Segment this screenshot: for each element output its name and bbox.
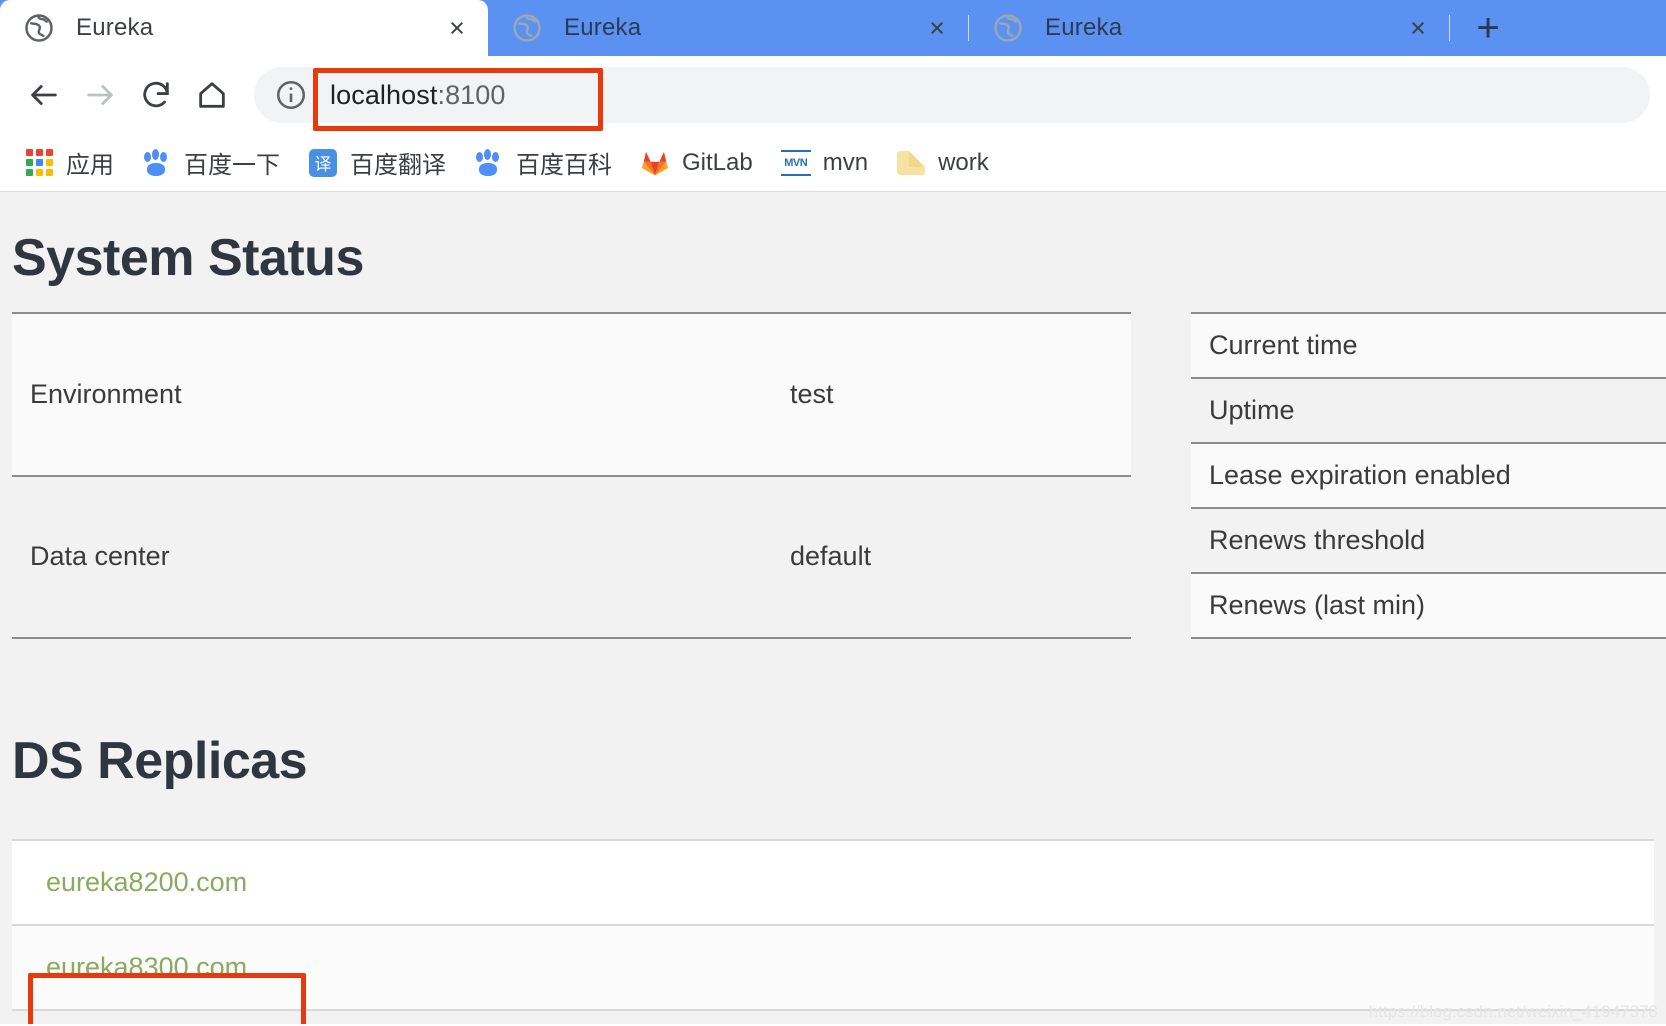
bookmark-label: 百度百科 <box>516 145 612 180</box>
browser-tab-1[interactable]: Eureka × <box>0 0 488 56</box>
baidu-paw-icon <box>474 148 504 178</box>
globe-icon <box>512 13 542 43</box>
bookmark-label: 应用 <box>66 145 114 180</box>
browser-toolbar: localhost:8100 <box>0 56 1666 134</box>
row-value <box>1621 573 1666 638</box>
tab-close-button[interactable]: × <box>920 11 954 45</box>
translate-glyph: 译 <box>309 149 337 177</box>
baidu-translate-icon: 译 <box>308 148 338 178</box>
bookmark-label: work <box>938 149 989 177</box>
browser-tab-3[interactable]: Eureka × <box>969 0 1449 56</box>
ds-replicas-table-wrapper: eureka8200.com eureka8300.com <box>0 839 1666 1011</box>
system-status-tables: Environment test Data center default Cur… <box>0 312 1666 639</box>
browser-window: Eureka × Eureka × Eureka × <box>0 0 1666 1026</box>
bookmark-mvn[interactable]: MVN mvn <box>769 141 880 185</box>
address-bar-container: localhost:8100 <box>254 67 1650 123</box>
tab-separator <box>1449 15 1450 41</box>
tab-title: Eureka <box>564 14 910 42</box>
bookmark-label: 百度翻译 <box>350 145 446 180</box>
browser-tab-2[interactable]: Eureka × <box>488 0 968 56</box>
row-value <box>1621 378 1666 443</box>
bookmark-gitlab[interactable]: GitLab <box>628 141 765 185</box>
address-bar[interactable]: localhost:8100 <box>254 67 1650 123</box>
globe-icon <box>993 13 1023 43</box>
tab-title: Eureka <box>76 14 430 42</box>
row-value: test <box>772 313 1131 476</box>
address-bar-host: localhost <box>330 80 437 110</box>
tab-close-button[interactable]: × <box>440 11 474 45</box>
row-label: Environment <box>12 313 772 476</box>
info-circle-icon[interactable] <box>274 78 308 112</box>
table-row: Uptime <box>1191 378 1666 443</box>
bookmark-baidu-search[interactable]: 百度一下 <box>130 141 292 185</box>
home-icon[interactable] <box>184 67 240 123</box>
replica-link[interactable]: eureka8300.com <box>46 952 247 982</box>
bookmark-label: mvn <box>823 149 868 177</box>
bookmark-work[interactable]: work <box>884 141 1001 185</box>
row-value <box>1621 508 1666 573</box>
back-arrow-icon[interactable] <box>16 67 72 123</box>
row-label: Data center <box>12 476 772 639</box>
table-row: eureka8200.com <box>12 840 1654 925</box>
row-label: Current time <box>1191 313 1621 378</box>
baidu-paw-icon <box>142 148 172 178</box>
gitlab-fox-icon <box>640 148 670 178</box>
system-status-heading: System Status <box>0 192 1666 288</box>
folder-icon <box>896 148 926 178</box>
table-row: Lease expiration enabled <box>1191 443 1666 508</box>
row-label: Lease expiration enabled <box>1191 443 1621 508</box>
bookmark-baidu-translate[interactable]: 译 百度翻译 <box>296 141 458 185</box>
address-bar-port: :8100 <box>437 80 505 110</box>
maven-icon: MVN <box>781 148 811 178</box>
bookmarks-bar: 应用 百度一下 译 百度翻译 <box>0 134 1666 192</box>
row-label: Uptime <box>1191 378 1621 443</box>
system-status-left-table: Environment test Data center default <box>12 312 1131 639</box>
table-row: Renews threshold <box>1191 508 1666 573</box>
bookmark-label: 百度一下 <box>184 145 280 180</box>
system-status-right-table: Current time Uptime Lease expiration ena… <box>1191 312 1666 639</box>
table-row: eureka8300.com <box>12 925 1654 1010</box>
row-label: Renews (last min) <box>1191 573 1621 638</box>
bookmark-baidu-baike[interactable]: 百度百科 <box>462 141 624 185</box>
globe-icon <box>24 13 54 43</box>
row-value <box>1621 313 1666 378</box>
ds-replicas-table: eureka8200.com eureka8300.com <box>12 839 1654 1011</box>
tab-close-button[interactable]: × <box>1401 11 1435 45</box>
new-tab-button[interactable]: + <box>1462 2 1514 54</box>
forward-arrow-icon[interactable] <box>72 67 128 123</box>
bookmark-label: GitLab <box>682 149 753 177</box>
apps-grid-icon <box>24 148 54 178</box>
watermark-text: https://blog.csdn.net/weixin_41947378 <box>1369 1002 1658 1022</box>
maven-glyph: MVN <box>781 150 811 176</box>
replica-link[interactable]: eureka8200.com <box>46 867 247 897</box>
row-value: default <box>772 476 1131 639</box>
reload-icon[interactable] <box>128 67 184 123</box>
row-label: Renews threshold <box>1191 508 1621 573</box>
table-row: Environment test <box>12 313 1131 476</box>
page-content: System Status Environment test Data cent… <box>0 192 1666 1024</box>
table-row: Renews (last min) <box>1191 573 1666 638</box>
table-row: Current time <box>1191 313 1666 378</box>
table-row: Data center default <box>12 476 1131 639</box>
row-value <box>1621 443 1666 508</box>
tab-title: Eureka <box>1045 14 1391 42</box>
ds-replicas-heading: DS Replicas <box>0 731 1666 791</box>
tab-strip: Eureka × Eureka × Eureka × <box>0 0 1666 56</box>
bookmark-apps[interactable]: 应用 <box>12 141 126 185</box>
